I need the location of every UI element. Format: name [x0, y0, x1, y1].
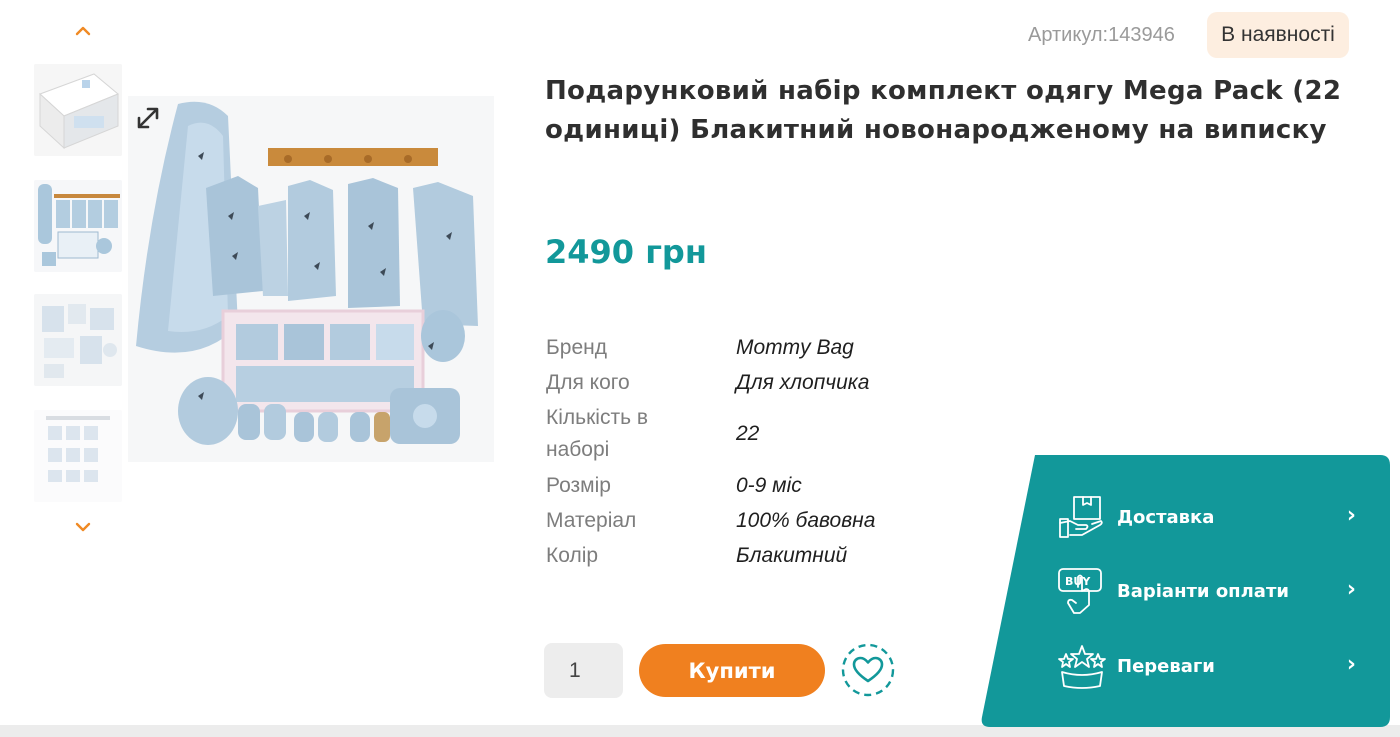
spec-row-brand: Бренд Mommy Bag	[546, 330, 986, 365]
product-price: 2490 грн	[545, 233, 707, 271]
thumbnail-gallery	[32, 14, 124, 544]
spec-value: Mommy Bag	[736, 335, 854, 359]
delivery-box-icon	[1059, 496, 1103, 538]
svg-text:BUY: BUY	[1065, 575, 1091, 588]
delivery-link[interactable]: Доставка ›	[1056, 491, 1356, 543]
chevron-right-icon: ›	[1346, 503, 1356, 528]
thumbnail-full-set[interactable]	[34, 180, 122, 272]
info-panel: Доставка › BUY Варіанти оплати › Переваг…	[980, 455, 1390, 727]
thumbnail-gift-box[interactable]	[34, 64, 122, 156]
advantages-stars-icon	[1058, 645, 1106, 689]
spec-value: 22	[736, 422, 760, 445]
spec-key: Розмір	[546, 473, 611, 497]
availability-badge: В наявності	[1207, 12, 1349, 58]
thumbnails-up-icon[interactable]	[72, 22, 94, 40]
spec-key: Матеріал	[546, 508, 637, 532]
delivery-label: Доставка	[1117, 506, 1215, 528]
chevron-right-icon: ›	[1346, 577, 1356, 602]
thumbnails-down-icon[interactable]	[72, 518, 94, 536]
spec-key: Колір	[546, 543, 599, 567]
thumbnail-contents-chart[interactable]	[34, 410, 122, 502]
spec-row-size: Розмір 0-9 міс	[546, 468, 986, 503]
buy-hand-icon: BUY	[1058, 568, 1102, 614]
thumbnail-items-flatlay[interactable]	[34, 294, 122, 386]
payment-options-label: Варіанти оплати	[1117, 580, 1289, 602]
spec-key: Для кого	[546, 370, 630, 394]
spec-row-color: Колір Блакитний	[546, 538, 986, 573]
product-title: Подарунковий набір комплект одягу Mega P…	[545, 76, 1342, 145]
expand-image-icon[interactable]	[134, 104, 162, 132]
spec-key: Кількість в наборі	[546, 406, 648, 461]
main-product-image[interactable]	[128, 96, 494, 462]
spec-value: 100% бавовна	[736, 508, 876, 532]
chevron-right-icon: ›	[1346, 652, 1356, 677]
advantages-label: Переваги	[1117, 655, 1215, 677]
spec-row-material: Матеріал 100% бавовна	[546, 503, 986, 538]
payment-options-link[interactable]: BUY Варіанти оплати ›	[1056, 565, 1356, 617]
advantages-link[interactable]: Переваги ›	[1056, 640, 1356, 692]
spec-key: Бренд	[546, 335, 607, 359]
spec-value: Для хлопчика	[736, 370, 870, 394]
quantity-input[interactable]	[544, 643, 623, 698]
sku-label: Артикул:143946	[1028, 24, 1175, 46]
spec-row-for-whom: Для кого Для хлопчика	[546, 365, 986, 400]
spec-row-quantity: Кількість в наборі 22	[546, 400, 986, 468]
spec-value: 0-9 міс	[736, 473, 802, 497]
buy-button[interactable]: Купити	[639, 644, 825, 697]
specs-table: Бренд Mommy Bag Для кого Для хлопчика Кі…	[546, 330, 986, 573]
spec-value: Блакитний	[736, 543, 848, 567]
favorite-heart-icon[interactable]	[840, 642, 896, 698]
